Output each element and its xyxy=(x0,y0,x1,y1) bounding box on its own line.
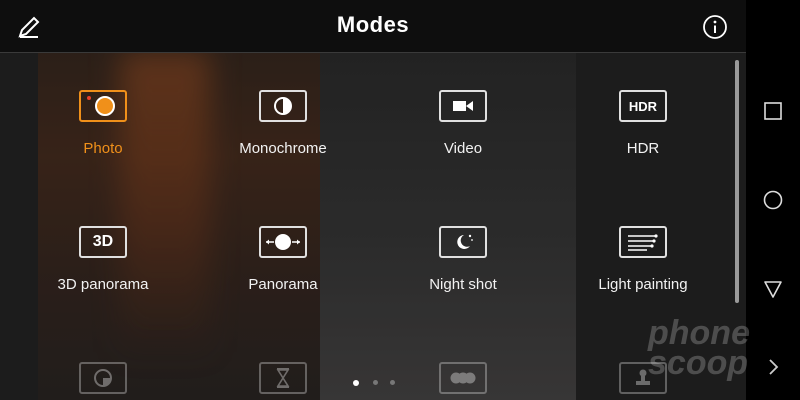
circle-nav-icon xyxy=(763,190,783,210)
mode-panorama[interactable]: Panorama xyxy=(203,226,363,293)
mode-night-shot[interactable]: Night shot xyxy=(383,226,543,293)
navigation-bar xyxy=(746,0,800,400)
chevron-right-icon xyxy=(769,359,779,375)
mode-label: HDR xyxy=(626,140,660,157)
mode-light-painting[interactable]: Light painting xyxy=(563,226,723,293)
home-button[interactable] xyxy=(762,189,784,211)
scrollbar[interactable] xyxy=(735,60,739,303)
mode-label: Light painting xyxy=(598,276,688,293)
stamp-icon xyxy=(619,362,667,394)
aperture-icon xyxy=(79,362,127,394)
mode-photo[interactable]: Photo xyxy=(23,90,183,157)
info-button[interactable] xyxy=(702,14,728,40)
mode-label: Monochrome xyxy=(239,140,327,157)
mode-video[interactable]: Video xyxy=(383,90,543,157)
video-icon xyxy=(439,90,487,122)
page-dot-active xyxy=(353,380,359,386)
photo-icon xyxy=(79,90,127,122)
preview-overlay xyxy=(0,0,746,400)
hdr-icon: HDR xyxy=(619,90,667,122)
page-indicator xyxy=(348,380,408,390)
camera-preview: Modes Photo Monochrome Video HDR HDR 3D … xyxy=(0,0,746,400)
mode-3d-panorama[interactable]: 3D 3D panorama xyxy=(23,226,183,293)
mode-monochrome[interactable]: Monochrome xyxy=(203,90,363,157)
top-bar: Modes xyxy=(0,0,746,53)
mode-aperture[interactable] xyxy=(23,362,183,394)
filter-icon xyxy=(439,362,487,394)
mode-label: 3D panorama xyxy=(57,276,149,293)
mode-label: Video xyxy=(443,140,483,157)
info-icon xyxy=(703,15,727,39)
time-lapse-icon xyxy=(259,362,307,394)
page-title: Modes xyxy=(336,12,410,37)
back-button[interactable] xyxy=(762,278,784,300)
mode-hdr[interactable]: HDR HDR xyxy=(563,90,723,157)
mode-label: Night shot xyxy=(429,276,497,293)
mode-label: Photo xyxy=(83,140,123,157)
square-nav-icon xyxy=(764,102,782,120)
recents-button[interactable] xyxy=(762,100,784,122)
page-dot xyxy=(373,380,378,385)
light-painting-icon xyxy=(619,226,667,258)
mode-stamp[interactable] xyxy=(563,362,723,394)
mode-time-lapse[interactable] xyxy=(203,362,363,394)
mode-label: Panorama xyxy=(248,276,318,293)
panorama-icon xyxy=(259,226,307,258)
night-shot-icon xyxy=(439,226,487,258)
3d-panorama-icon: 3D xyxy=(79,226,127,258)
expand-button[interactable] xyxy=(762,356,784,378)
page-dot xyxy=(390,380,395,385)
monochrome-icon xyxy=(259,90,307,122)
triangle-nav-icon xyxy=(764,281,782,298)
